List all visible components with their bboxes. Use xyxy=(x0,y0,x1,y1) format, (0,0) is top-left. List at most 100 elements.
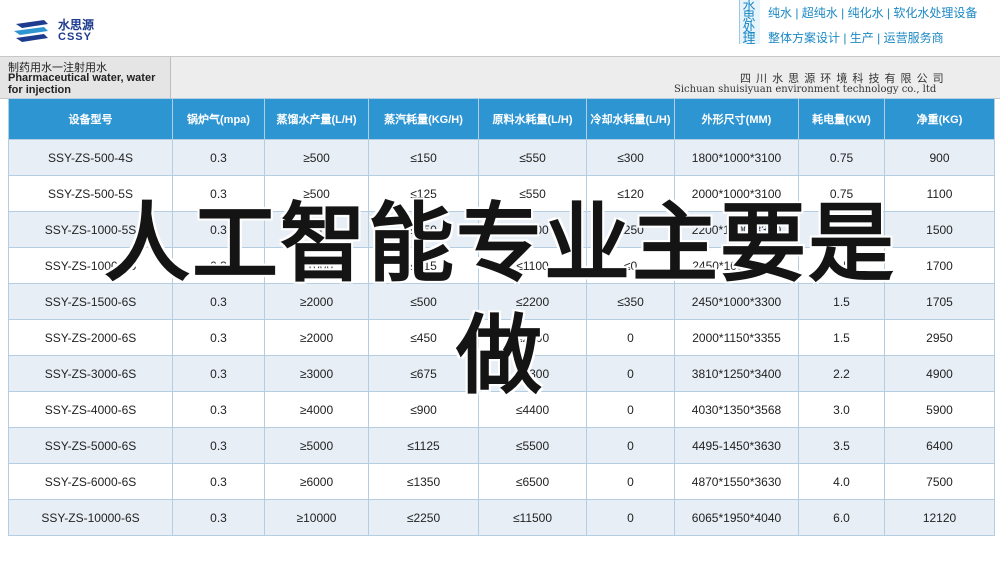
table-cell: 0.3 xyxy=(172,355,265,392)
table-row: SSY-ZS-4000-6S 0.3 ≥4000 ≤900 ≤4400 0 4030*135… xyxy=(8,391,995,428)
table-cell: ≤675 xyxy=(368,355,479,392)
table-cell: 4030*1350*3568 xyxy=(674,391,799,428)
table-cell: ≥3000 xyxy=(264,355,369,392)
table-cell: ≥2000 xyxy=(264,283,369,320)
table-cell: 0 xyxy=(586,391,675,428)
table-cell: SSY-ZS-1500-6S xyxy=(8,283,173,320)
table-row: SSY-ZS-500-5S 0.3 ≥500 ≤125 ≤550 ≤120 2000*100… xyxy=(8,175,995,212)
table-cell: 3810*1250*3400 xyxy=(674,355,799,392)
product-title: 制药用水一注射用水 Pharmaceutical water, water fo… xyxy=(0,57,171,98)
table-cell: 6.0 xyxy=(798,499,885,536)
table-cell: 4870*1550*3630 xyxy=(674,463,799,500)
table-cell: 0.75 xyxy=(798,175,885,212)
column-header: 净重(KG) xyxy=(884,98,995,140)
table-cell: 1.5 xyxy=(798,283,885,320)
table-cell: ≥500 xyxy=(264,175,369,212)
table-cell: 0 xyxy=(586,499,675,536)
column-header: 冷却水耗量(L/H) xyxy=(586,98,675,140)
table-cell: ≥1000 xyxy=(264,247,369,284)
table-cell: 2.2 xyxy=(798,355,885,392)
table-cell: SSY-ZS-4000-6S xyxy=(8,391,173,428)
table-cell: ≤300 xyxy=(586,139,675,176)
table-cell: 0.3 xyxy=(172,139,265,176)
table-row: SSY-ZS-1000-5S 0.3 ≥1000 ≤250 ≤1100 ≤250 2200*… xyxy=(8,211,995,248)
table-cell: 0 xyxy=(586,319,675,356)
table-cell: ≥10000 xyxy=(264,499,369,536)
table-cell: SSY-ZS-2000-6S xyxy=(8,319,173,356)
column-header: 设备型号 xyxy=(8,98,173,140)
table-cell: ≥4000 xyxy=(264,391,369,428)
column-header: 蒸馏水产量(L/H) xyxy=(264,98,369,140)
slogan-line-2: 整体方案设计 | 生产 | 运营服务商 xyxy=(768,31,944,45)
table-cell: 6400 xyxy=(884,427,995,464)
table-cell: 1.5 xyxy=(798,319,885,356)
table-cell: 5900 xyxy=(884,391,995,428)
table-cell: ≤1100 xyxy=(478,211,587,248)
column-header: 蒸汽耗量(KG/H) xyxy=(368,98,479,140)
table-cell: 12120 xyxy=(884,499,995,536)
column-header: 耗电量(KW) xyxy=(798,98,885,140)
table-cell: 0 xyxy=(586,463,675,500)
table-cell: 1.5 xyxy=(798,247,885,284)
table-cell: ≤250 xyxy=(586,211,675,248)
product-title-en: Pharmaceutical water, water for injectio… xyxy=(8,72,156,96)
table-cell: 2450*1000*3300 xyxy=(674,283,799,320)
table-cell: 0.3 xyxy=(172,247,265,284)
table-cell: 0.3 xyxy=(172,211,265,248)
table-cell: 4495-1450*3630 xyxy=(674,427,799,464)
table-cell: ≥1000 xyxy=(264,211,369,248)
table-cell: 7500 xyxy=(884,463,995,500)
table-row: SSY-ZS-500-4S 0.3 ≥500 ≤150 ≤550 ≤300 1800*100… xyxy=(8,139,995,176)
table-cell: 0 xyxy=(586,427,675,464)
table-cell: ≤350 xyxy=(586,283,675,320)
table-cell: ≤2200 xyxy=(478,319,587,356)
table-cell: 1.5 xyxy=(798,211,885,248)
column-header: 锅炉气(mpa) xyxy=(172,98,265,140)
table-row: SSY-ZS-2000-6S 0.3 ≥2000 ≤450 ≤2200 0 2000*115… xyxy=(8,319,995,356)
table-cell: 0.3 xyxy=(172,463,265,500)
header-bar: 水思源 CSSY 水思处理 纯水 | 超纯水 | 纯化水 | 软化水处理设备 整… xyxy=(0,0,1000,56)
logo-text-en: CSSY xyxy=(58,31,92,43)
table-cell: ≥5000 xyxy=(264,427,369,464)
table-cell: ≤6500 xyxy=(478,463,587,500)
company-name-en: Sichuan shuisiyuan environment technolog… xyxy=(674,84,937,95)
table-cell: 0.3 xyxy=(172,427,265,464)
table-cell: 3.0 xyxy=(798,391,885,428)
table-cell: 4900 xyxy=(884,355,995,392)
table-cell: ≤3300 xyxy=(478,355,587,392)
table-cell: ≥6000 xyxy=(264,463,369,500)
title-row: 制药用水一注射用水 Pharmaceutical water, water fo… xyxy=(0,56,1000,99)
table-row: SSY-ZS-3000-6S 0.3 ≥3000 ≤675 ≤3300 0 3810*125… xyxy=(8,355,995,392)
table-cell: SSY-ZS-5000-6S xyxy=(8,427,173,464)
table-cell: 1700 xyxy=(884,247,995,284)
table-cell: ≥500 xyxy=(264,139,369,176)
table-cell: SSY-ZS-1000-6S xyxy=(8,247,173,284)
table-cell: 2000*1150*3355 xyxy=(674,319,799,356)
table-cell: 900 xyxy=(884,139,995,176)
slogan-line-1: 纯水 | 超纯水 | 纯化水 | 软化水处理设备 xyxy=(768,6,978,20)
table-cell: 1500 xyxy=(884,211,995,248)
table-row: SSY-ZS-10000-6S 0.3 ≥10000 ≤2250 ≤11500 0 6065… xyxy=(8,499,995,536)
table-cell: 1800*1000*3100 xyxy=(674,139,799,176)
table-cell: ≤550 xyxy=(478,175,587,212)
table-cell: 0.3 xyxy=(172,319,265,356)
table-cell: ≤1125 xyxy=(368,427,479,464)
table-cell: 1705 xyxy=(884,283,995,320)
table-cell: 2950 xyxy=(884,319,995,356)
spec-table: 设备型号 锅炉气(mpa) 蒸馏水产量(L/H) 蒸汽耗量(KG/H) 原料水耗量(L/… xyxy=(8,98,995,536)
table-row: SSY-ZS-5000-6S 0.3 ≥5000 ≤1125 ≤5500 0 4495-14… xyxy=(8,427,995,464)
table-cell: ≥2000 xyxy=(264,319,369,356)
table-cell: ≤250 xyxy=(368,211,479,248)
table-cell: ≤450 xyxy=(368,319,479,356)
table-cell: ≤550 xyxy=(478,139,587,176)
logo: 水思源 CSSY xyxy=(14,14,124,48)
table-cell: 3.5 xyxy=(798,427,885,464)
table-header-row: 设备型号 锅炉气(mpa) 蒸馏水产量(L/H) 蒸汽耗量(KG/H) 原料水耗量(L/… xyxy=(8,98,995,140)
table-cell: ≤215 xyxy=(368,247,479,284)
table-cell: 4.0 xyxy=(798,463,885,500)
table-cell: ≤150 xyxy=(368,139,479,176)
table-cell: ≤2250 xyxy=(368,499,479,536)
table-cell: 0.3 xyxy=(172,283,265,320)
table-cell: ≤4400 xyxy=(478,391,587,428)
brand-vertical-text: 水思处理 xyxy=(742,0,756,46)
